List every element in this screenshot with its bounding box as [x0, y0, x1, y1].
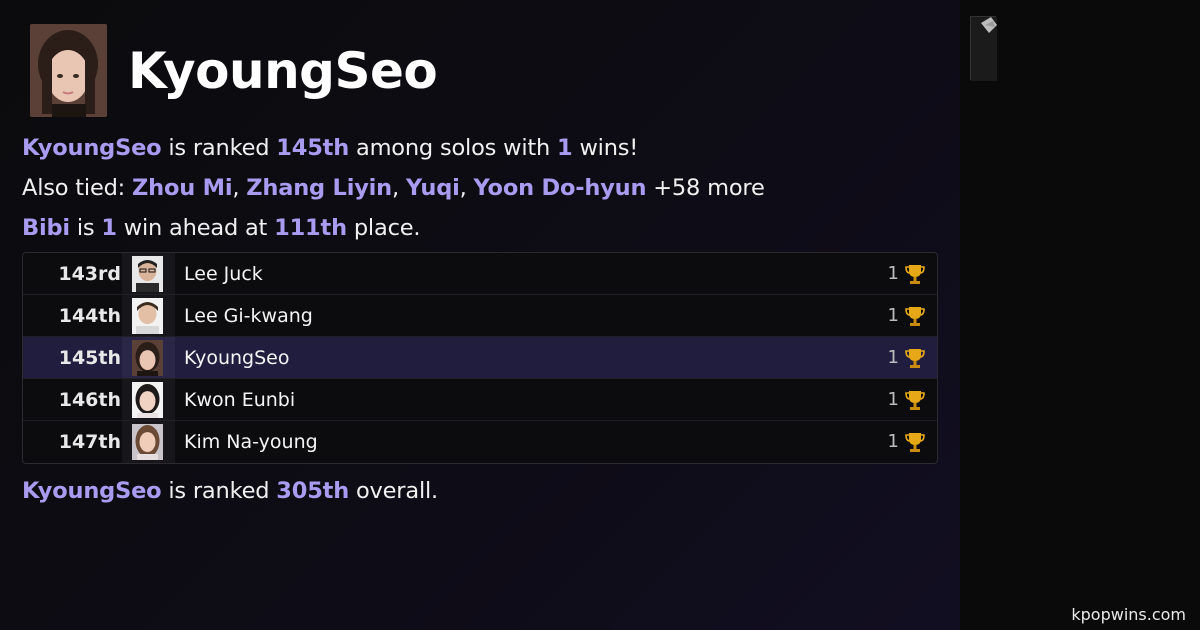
- text: wins!: [572, 135, 639, 161]
- tied-artist-link[interactable]: Yuqi: [406, 175, 460, 201]
- artist-name: Kim Na-young: [184, 431, 318, 453]
- site-watermark: kpopwins.com: [1071, 605, 1186, 624]
- artist-name: KyoungSeo: [184, 347, 290, 369]
- main-panel: KyoungSeo KyoungSeo is ranked 145th amon…: [0, 0, 960, 630]
- trophy-icon: [905, 433, 925, 452]
- artist-avatar: [30, 24, 107, 117]
- artist-thumbnail: [132, 340, 163, 376]
- wins-count: 1: [557, 135, 573, 161]
- artist-link[interactable]: Bibi: [22, 215, 70, 241]
- text: is ranked: [161, 478, 277, 504]
- wins-cell: 1: [887, 431, 899, 452]
- text: among solos with: [349, 135, 558, 161]
- text: is ranked: [161, 135, 277, 161]
- rank-summary-line: KyoungSeo is ranked 145th among solos wi…: [22, 135, 638, 161]
- table-row[interactable]: 146th Kwon Eunbi 1: [23, 379, 937, 421]
- wins-cell: 1: [887, 389, 899, 410]
- table-row-current[interactable]: 145th KyoungSeo 1: [23, 337, 937, 379]
- wins-cell: 1: [887, 347, 899, 368]
- artist-name: Lee Juck: [184, 263, 263, 285]
- artist-thumbnail: [132, 298, 163, 334]
- tied-artist-link[interactable]: Zhou Mi: [132, 175, 233, 201]
- tied-artist-link[interactable]: Yoon Do-hyun: [474, 175, 647, 201]
- table-row[interactable]: 143rd Lee Juck 1: [23, 253, 937, 295]
- text: overall.: [349, 478, 439, 504]
- solo-rank-value: 145th: [276, 135, 350, 161]
- artist-name: Lee Gi-kwang: [184, 305, 313, 327]
- table-row[interactable]: 144th Lee Gi-kwang 1: [23, 295, 937, 337]
- trophy-icon: [905, 391, 925, 410]
- text: is: [69, 215, 102, 241]
- thumbnail-cell: [122, 253, 175, 294]
- tied-artist-link[interactable]: Zhang Liyin: [246, 175, 392, 201]
- header: KyoungSeo: [30, 24, 438, 117]
- thumbnail-cell: [122, 379, 175, 420]
- text: win ahead at: [116, 215, 275, 241]
- wins-cell: 1: [887, 263, 899, 284]
- artist-thumbnail: [132, 424, 163, 460]
- separator: ,: [232, 175, 247, 201]
- artist-name: Kwon Eunbi: [184, 389, 296, 411]
- page-title: KyoungSeo: [128, 41, 438, 100]
- leaderboard-table: 143rd Lee Juck 1 144th Lee Gi-kwang 1 14…: [22, 252, 938, 464]
- thumbnail-cell: [122, 421, 175, 463]
- trophy-icon: [905, 265, 925, 284]
- wins-cell: 1: [887, 305, 899, 326]
- ahead-line: Bibi is 1 win ahead at 111th place.: [22, 215, 421, 241]
- more-count: +58 more: [646, 175, 765, 201]
- rank-cell: 145th: [58, 347, 121, 369]
- thumbnail-cell: [122, 295, 175, 336]
- rank-cell: 143rd: [58, 263, 121, 285]
- artist-thumbnail: [132, 256, 163, 292]
- wins-ahead-count: 1: [101, 215, 117, 241]
- artist-link[interactable]: KyoungSeo: [22, 135, 162, 161]
- overall-rank-value: 305th: [276, 478, 350, 504]
- separator: ,: [459, 175, 474, 201]
- overall-rank-line: KyoungSeo is ranked 305th overall.: [22, 478, 438, 504]
- ahead-rank-value: 111th: [274, 215, 347, 241]
- rank-cell: 146th: [58, 389, 121, 411]
- rank-cell: 147th: [58, 431, 121, 453]
- artist-thumbnail: [132, 382, 163, 418]
- artist-link[interactable]: KyoungSeo: [22, 478, 162, 504]
- rank-cell: 144th: [58, 305, 121, 327]
- trophy-icon: [905, 349, 925, 368]
- tied-line: Also tied: Zhou Mi, Zhang Liyin, Yuqi, Y…: [22, 175, 765, 201]
- table-row[interactable]: 147th Kim Na-young 1: [23, 421, 937, 463]
- tied-prefix: Also tied:: [22, 175, 133, 201]
- text: place.: [346, 215, 421, 241]
- album-cover-thumbnail: [970, 16, 997, 81]
- thumbnail-cell: [122, 337, 175, 378]
- trophy-icon: [905, 307, 925, 326]
- separator: ,: [392, 175, 406, 201]
